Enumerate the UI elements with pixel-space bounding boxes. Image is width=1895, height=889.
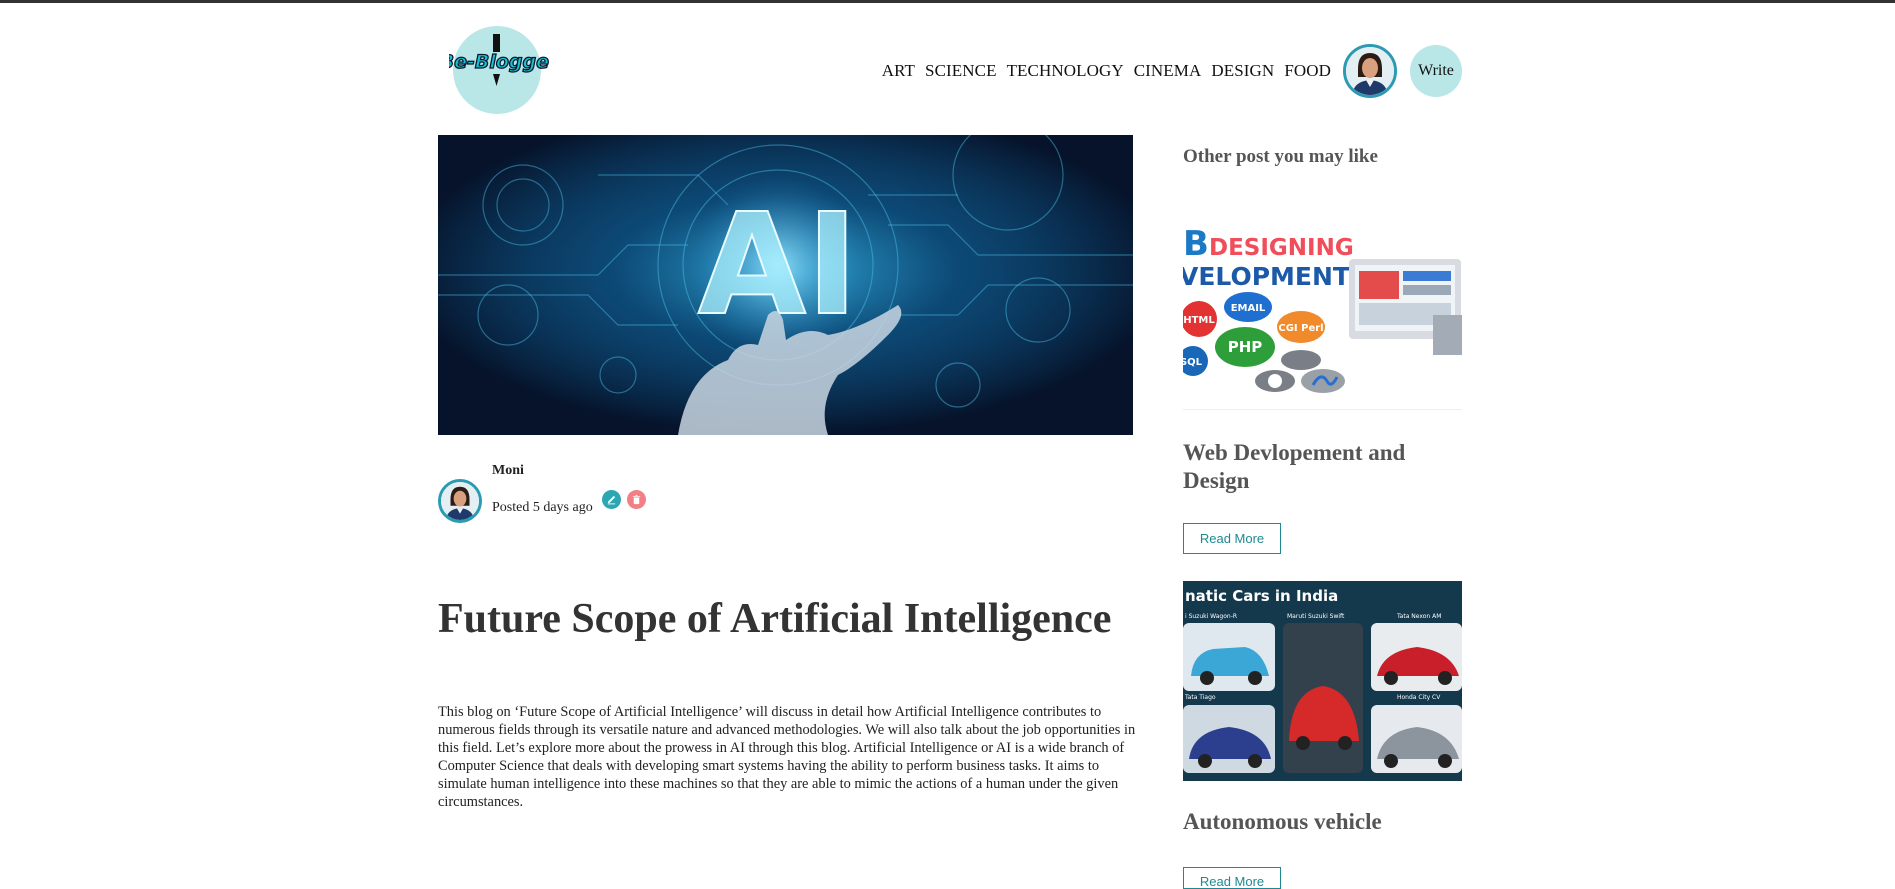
sidebar-post-image-cars[interactable]: natic Cars in India i Suzuki Wagon-R Mar… xyxy=(1183,581,1462,781)
sidebar-heading: Other post you may like xyxy=(1183,146,1378,167)
read-more-button-web-design[interactable]: Read More xyxy=(1183,523,1281,554)
blog-logo[interactable]: Be-Blogger xyxy=(449,26,549,114)
nav-link-technology[interactable]: TECHNOLOGY xyxy=(1007,61,1124,81)
post-author: Moni Posted 5 days ago xyxy=(437,463,1037,533)
read-more-button-autonomous-vehicle[interactable]: Read More xyxy=(1183,867,1281,889)
sidebar-post-image-web-design[interactable]: B DESIGNING VELOPMENT HTML EMAIL PHP CGI… xyxy=(1183,219,1462,409)
author-name[interactable]: Moni xyxy=(492,463,524,479)
edit-post-button[interactable] xyxy=(602,490,621,509)
page-container: Be-Blogger ART SCIENCE TECHNOLOGY CINEMA… xyxy=(437,3,1462,889)
user-avatar[interactable] xyxy=(1343,44,1397,98)
edit-icon xyxy=(607,495,616,505)
nav-link-art[interactable]: ART xyxy=(882,61,915,81)
cars-header-text: natic Cars in India xyxy=(1185,587,1338,605)
author-avatar[interactable] xyxy=(438,479,482,523)
user-avatar-image xyxy=(1346,47,1394,95)
badge-email: EMAIL xyxy=(1231,303,1266,314)
sidebar-divider xyxy=(1183,409,1462,410)
nav-link-food[interactable]: FOOD xyxy=(1284,61,1331,81)
badge-php: PHP xyxy=(1228,338,1263,356)
sidebar-post-title-web-design[interactable]: Web Devlopement and Design xyxy=(1183,439,1462,495)
sidebar-post-title-autonomous-vehicle[interactable]: Autonomous vehicle xyxy=(1183,809,1382,835)
nav-link-cinema[interactable]: CINEMA xyxy=(1134,61,1202,81)
car-label-3: Tata Nexon AM xyxy=(1396,613,1441,620)
badge-sql: SQL xyxy=(1183,357,1203,368)
nav-link-science[interactable]: SCIENCE xyxy=(925,61,997,81)
web-design-text-development: VELOPMENT xyxy=(1183,262,1350,291)
ai-hand-illustration: AI xyxy=(438,135,1133,435)
post-date: Posted 5 days ago xyxy=(492,500,593,515)
post-hero-image: AI xyxy=(438,135,1133,435)
web-design-illustration: B DESIGNING VELOPMENT HTML EMAIL PHP CGI… xyxy=(1183,219,1462,409)
web-design-text-designing: DESIGNING xyxy=(1209,235,1354,261)
car-label-4: Tata Tiago xyxy=(1184,694,1216,701)
badge-cgi-perl: CGI Perl xyxy=(1278,323,1323,334)
write-button[interactable]: Write xyxy=(1410,45,1462,97)
car-label-1: i Suzuki Wagon-R xyxy=(1185,613,1237,620)
web-design-text-b: B xyxy=(1183,224,1209,264)
car-label-2: Maruti Suzuki Swift xyxy=(1287,613,1345,620)
post-body: This blog on ‘Future Scope of Artificial… xyxy=(438,704,1136,810)
logo-mark: Be-Blogger xyxy=(449,34,549,86)
trash-icon xyxy=(632,495,641,505)
author-avatar-image xyxy=(441,482,479,520)
car-label-6: Honda City CV xyxy=(1397,694,1441,701)
nav-link-design[interactable]: DESIGN xyxy=(1211,61,1274,81)
logo-text: Be-Blogger xyxy=(449,51,549,73)
top-nav: ART SCIENCE TECHNOLOGY CINEMA DESIGN FOO… xyxy=(882,43,1462,99)
post-title: Future Scope of Artificial Intelligence xyxy=(438,596,1112,642)
badge-html: HTML xyxy=(1183,315,1215,326)
delete-post-button[interactable] xyxy=(627,490,646,509)
cars-illustration: natic Cars in India i Suzuki Wagon-R Mar… xyxy=(1183,581,1462,781)
